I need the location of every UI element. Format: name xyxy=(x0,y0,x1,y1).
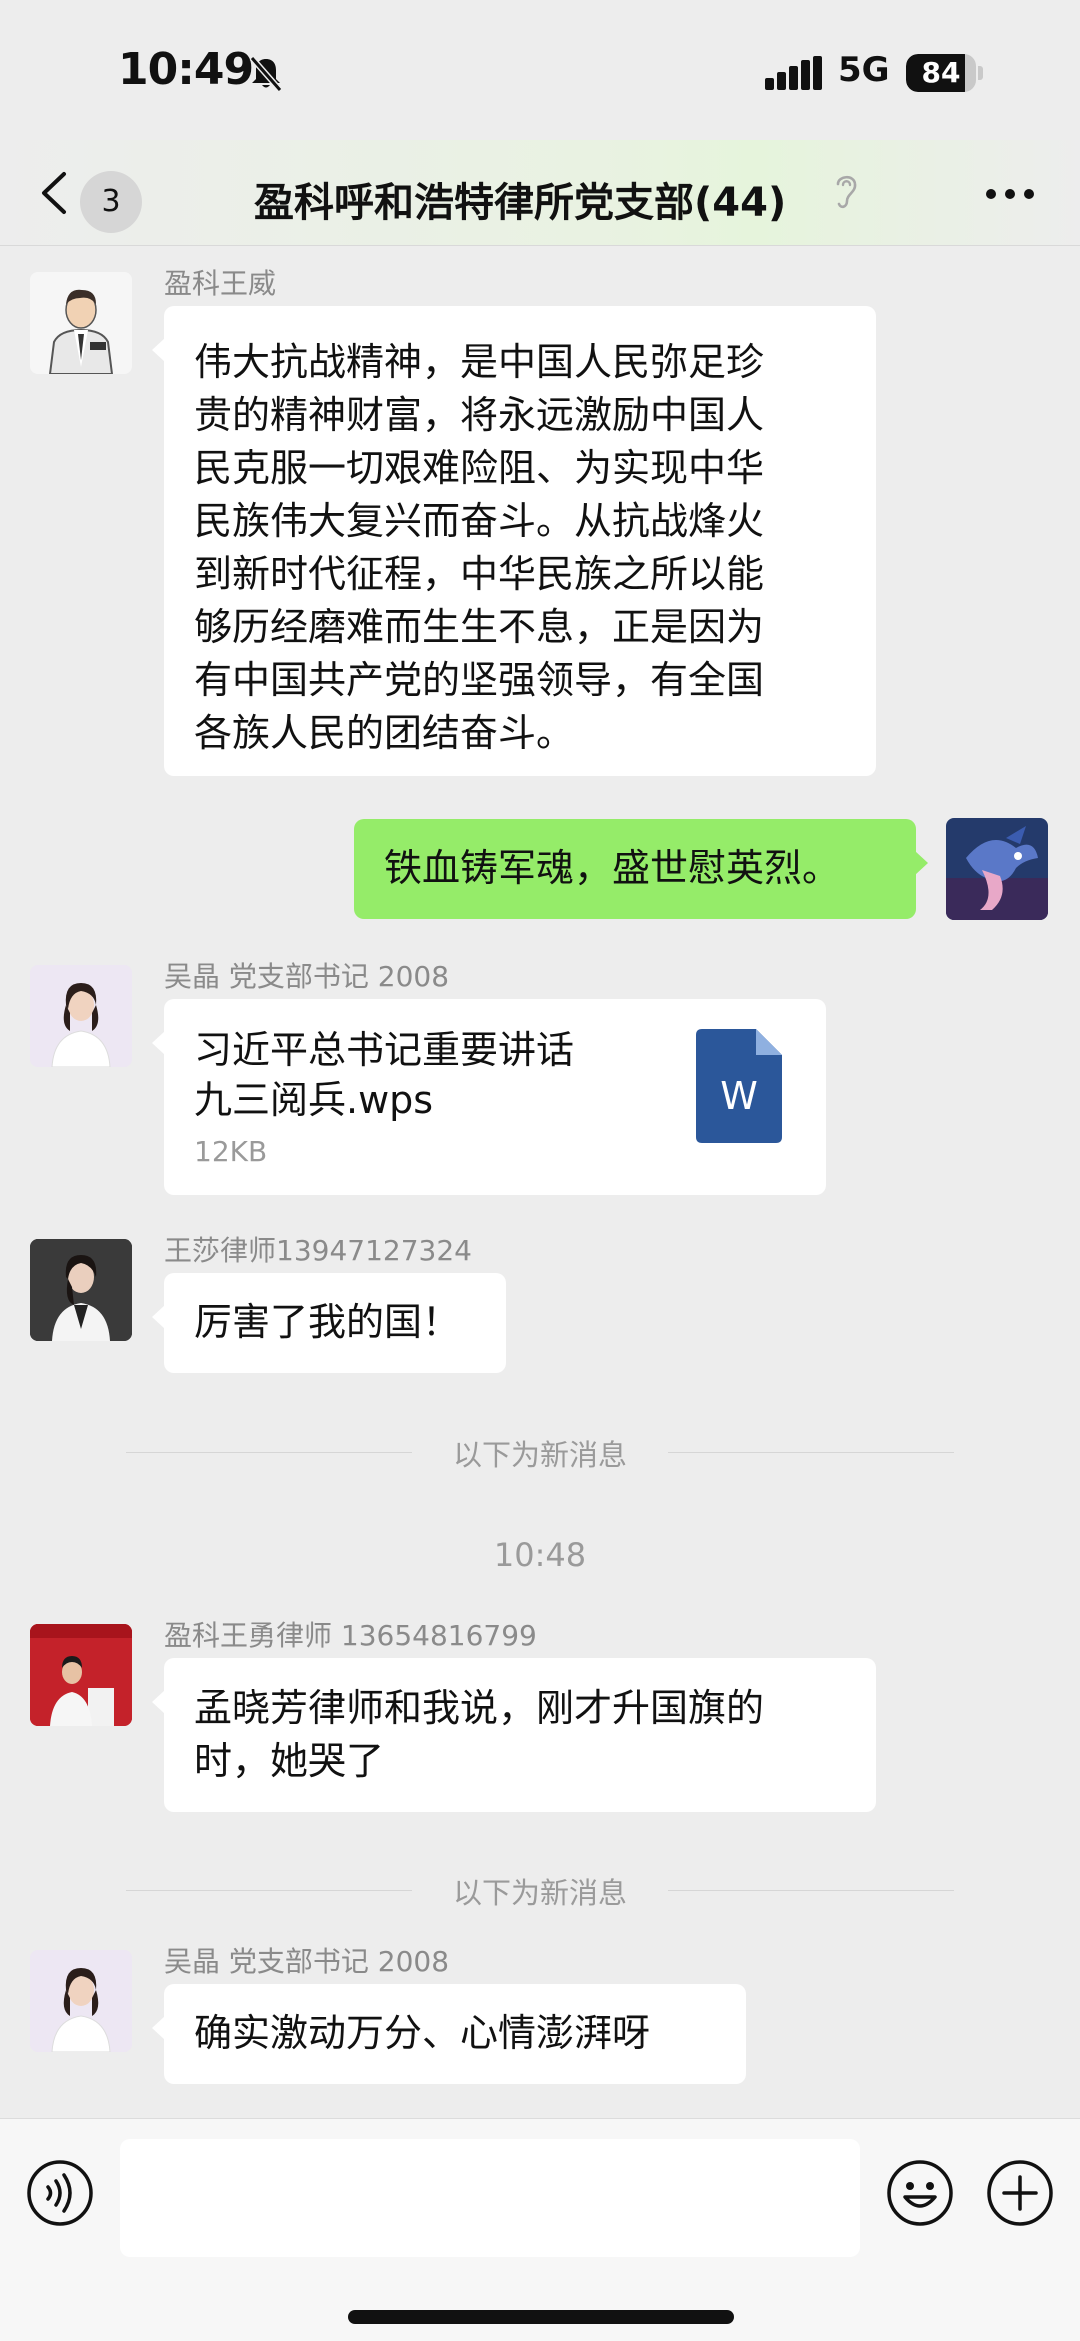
message-bubble[interactable]: 厉害了我的国！ xyxy=(152,1273,506,1373)
message-bubble[interactable]: 伟大抗战精神，是中国人民弥足珍 贵的精神财富，将永远激励中国人 民克服一切艰难险… xyxy=(152,306,876,776)
signal-icon xyxy=(765,56,822,90)
sender-name: 王莎律师13947127324 xyxy=(164,1234,472,1267)
sender-name: 盈科王威 xyxy=(164,267,277,300)
back-chevron-icon[interactable] xyxy=(36,168,70,218)
message-text-line: 有中国共产党的坚强领导，有全国 xyxy=(194,658,765,702)
avatar[interactable] xyxy=(30,1239,132,1341)
message-input[interactable] xyxy=(120,2139,860,2257)
bell-muted-icon xyxy=(249,56,283,92)
voice-input-icon[interactable] xyxy=(26,2159,94,2227)
avatar[interactable] xyxy=(30,272,132,374)
message-bubble-own[interactable]: 铁血铸军魂，盛世慰英烈。 xyxy=(354,819,928,919)
file-name-line: 习近平总书记重要讲话 xyxy=(194,1028,575,1072)
more-options-icon[interactable] xyxy=(985,188,1035,200)
sender-name: 吴晶 党支部书记 2008 xyxy=(164,960,450,993)
message-text-line: 贵的精神财富，将永远激励中国人 xyxy=(194,393,765,437)
message-text-line: 确实激动万分、心情澎湃呀 xyxy=(194,2011,651,2055)
ear-icon xyxy=(836,175,857,209)
status-bar: 10:49 5G 84 xyxy=(0,0,1080,140)
avatar-illustration-icon xyxy=(946,818,1048,920)
avatar[interactable] xyxy=(30,1950,132,2052)
message-text-line: 到新时代征程，中华民族之所以能 xyxy=(194,552,765,596)
message-text-line: 够历经磨难而生生不息，正是因为 xyxy=(194,605,765,649)
chat-header: 3 盈科呼和浩特律所党支部(44) xyxy=(0,140,1080,246)
message-timestamp: 10:48 xyxy=(493,1536,587,1574)
avatar-photo-icon xyxy=(30,965,132,1067)
emoji-icon[interactable] xyxy=(886,2159,954,2227)
divider-label: 以下为新消息 xyxy=(452,1438,627,1472)
message-text-line: 厉害了我的国！ xyxy=(194,1300,461,1344)
avatar[interactable] xyxy=(30,965,132,1067)
battery-level: 84 xyxy=(921,56,961,89)
unread-count-badge[interactable]: 3 xyxy=(80,171,142,233)
status-time: 10:49 xyxy=(118,44,254,95)
battery-icon: 84 xyxy=(906,54,983,92)
message-text-line: 伟大抗战精神，是中国人民弥足珍 xyxy=(194,340,765,384)
add-icon[interactable] xyxy=(986,2159,1054,2227)
avatar-photo-icon xyxy=(30,1950,132,2052)
sender-name: 盈科王勇律师 13654816799 xyxy=(164,1619,537,1652)
message-text-line: 民克服一切艰难险阻、为实现中华 xyxy=(194,446,765,490)
message-text-line: 时，她哭了 xyxy=(194,1739,385,1783)
avatar-photo-icon xyxy=(30,1239,132,1341)
message-text-line: 民族伟大复兴而奋斗。从抗战烽火 xyxy=(194,499,765,543)
input-bar xyxy=(0,2118,1080,2341)
svg-text:W: W xyxy=(720,1074,758,1118)
chat-screen: 10:49 5G 84 3 盈科呼和浩特律所党支部(44) 盈科王威 伟大抗战精… xyxy=(0,0,1080,2341)
new-messages-divider: 以下为新消息 xyxy=(0,1870,1080,1910)
sender-name: 吴晶 党支部书记 2008 xyxy=(164,1945,450,1978)
divider-label: 以下为新消息 xyxy=(452,1876,627,1910)
file-size: 12KB xyxy=(194,1135,268,1168)
file-name-line: 九三阅兵.wps xyxy=(194,1078,434,1122)
message-text-line: 铁血铸军魂，盛世慰英烈。 xyxy=(384,846,841,890)
message-bubble[interactable]: 确实激动万分、心情澎湃呀 xyxy=(152,1984,746,2084)
avatar-photo-icon xyxy=(30,1624,132,1726)
message-text-line: 孟晓芳律师和我说，刚才升国旗的 xyxy=(194,1686,765,1730)
wps-document-icon: W xyxy=(696,1029,782,1143)
message-bubble[interactable]: 孟晓芳律师和我说，刚才升国旗的 时，她哭了 xyxy=(152,1658,876,1812)
new-messages-divider: 以下为新消息 xyxy=(0,1432,1080,1472)
message-text-line: 各族人民的团结奋斗。 xyxy=(194,711,575,755)
avatar[interactable] xyxy=(30,1624,132,1726)
file-name: 习近平总书记重要讲话 九三阅兵.wps xyxy=(194,1025,574,1125)
chat-title: 盈科呼和浩特律所党支部(44) xyxy=(254,180,787,226)
avatar-illustration-icon xyxy=(30,272,132,374)
file-attachment[interactable]: 习近平总书记重要讲话 九三阅兵.wps 12KB W xyxy=(152,999,826,1195)
own-avatar[interactable] xyxy=(946,818,1048,920)
home-indicator xyxy=(348,2310,734,2324)
network-label: 5G xyxy=(838,50,890,90)
